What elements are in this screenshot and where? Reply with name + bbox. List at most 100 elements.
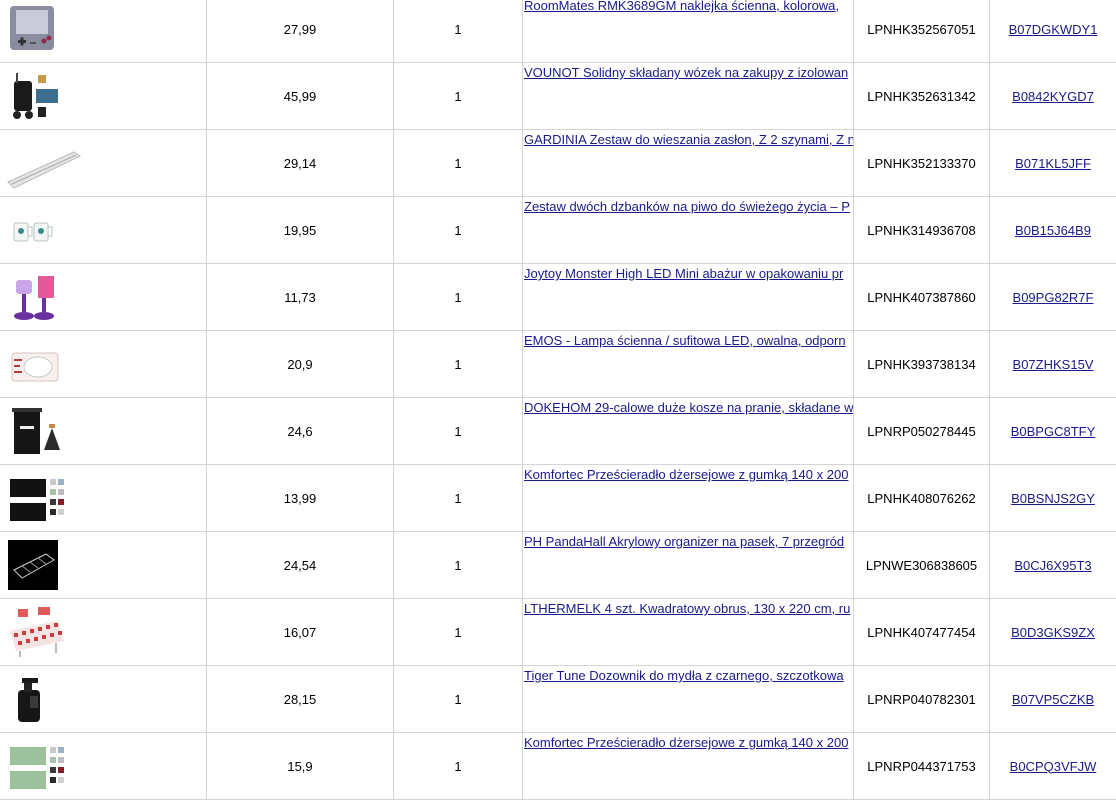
product-name-cell: Zestaw dwóch dzbanków na piwo do świeżeg…	[523, 197, 854, 263]
product-name-cell: Tiger Tune Dozownik do mydła z czarnego,…	[523, 666, 854, 732]
product-name-link[interactable]: Komfortec Prześcieradło dżersejowe z gum…	[524, 467, 848, 482]
table-row: 11,73 1 Joytoy Monster High LED Mini aba…	[0, 264, 1116, 331]
asin-cell: B0D3GKS9ZX	[990, 599, 1116, 665]
lpn-cell: LPNRP044371753	[854, 733, 990, 799]
quantity-cell: 1	[394, 532, 523, 598]
product-name-cell: Komfortec Prześcieradło dżersejowe z gum…	[523, 733, 854, 799]
table-row: 28,15 1 Tiger Tune Dozownik do mydła z c…	[0, 666, 1116, 733]
product-name-link[interactable]: LTHERMELK 4 szt. Kwadratowy obrus, 130 x…	[524, 601, 850, 616]
product-name-cell: Joytoy Monster High LED Mini abażur w op…	[523, 264, 854, 330]
quantity-cell: 1	[394, 264, 523, 330]
asin-link[interactable]: B09PG82R7F	[1013, 290, 1094, 305]
acrylic-organizer-thumbnail	[8, 540, 58, 590]
product-name-link[interactable]: PH PandaHall Akrylowy organizer na pasek…	[524, 534, 844, 549]
asin-link[interactable]: B0BPGC8TFY	[1011, 424, 1096, 439]
laundry-basket-thumbnail	[12, 408, 60, 454]
asin-link[interactable]: B07ZHKS15V	[1013, 357, 1094, 372]
product-name-cell: LTHERMELK 4 szt. Kwadratowy obrus, 130 x…	[523, 599, 854, 665]
beer-mugs-thumbnail	[13, 222, 53, 242]
asin-link[interactable]: B0CPQ3VFJW	[1010, 759, 1097, 774]
image-cell	[0, 197, 207, 263]
quantity-cell: 1	[394, 666, 523, 732]
product-name-link[interactable]: EMOS - Lampa ścienna / sufitowa LED, owa…	[524, 333, 846, 348]
price-cell: 15,9	[207, 733, 394, 799]
asin-cell: B0B15J64B9	[990, 197, 1116, 263]
table-row: 20,9 1 EMOS - Lampa ścienna / sufitowa L…	[0, 331, 1116, 398]
product-name-cell: DOKEHOM 29-calowe duże kosze na pranie, …	[523, 398, 854, 464]
quantity-cell: 1	[394, 0, 523, 62]
product-name-link[interactable]: DOKEHOM 29-calowe duże kosze na pranie, …	[524, 400, 853, 415]
price-cell: 11,73	[207, 264, 394, 330]
product-name-link[interactable]: Komfortec Prześcieradło dżersejowe z gum…	[524, 735, 848, 750]
quantity-cell: 1	[394, 599, 523, 665]
product-name-link[interactable]: RoomMates RMK3689GM naklejka ścienna, ko…	[524, 0, 839, 13]
table-row: 24,54 1 PH PandaHall Akrylowy organizer …	[0, 532, 1116, 599]
lpn-cell: LPNRP040782301	[854, 666, 990, 732]
table-row: 13,99 1 Komfortec Prześcieradło dżersejo…	[0, 465, 1116, 532]
table-row: 45,99 1 VOUNOT Solidny składany wózek na…	[0, 63, 1116, 130]
image-cell	[0, 264, 207, 330]
asin-cell: B0CJ6X95T3	[990, 532, 1116, 598]
image-cell	[0, 63, 207, 129]
asin-link[interactable]: B0842KYGD7	[1012, 89, 1094, 104]
lpn-cell: LPNHK352631342	[854, 63, 990, 129]
image-cell	[0, 331, 207, 397]
bedsheet-green-thumbnail	[10, 747, 64, 789]
image-cell	[0, 532, 207, 598]
product-name-link[interactable]: Joytoy Monster High LED Mini abażur w op…	[524, 266, 843, 281]
price-cell: 19,95	[207, 197, 394, 263]
curtain-rail-thumbnail	[7, 151, 82, 189]
asin-cell: B09PG82R7F	[990, 264, 1116, 330]
product-name-link[interactable]: GARDINIA Zestaw do wieszania zasłon, Z 2…	[524, 132, 853, 147]
price-cell: 24,6	[207, 398, 394, 464]
soap-dispenser-thumbnail	[18, 678, 40, 722]
asin-link[interactable]: B071KL5JFF	[1015, 156, 1091, 171]
game-console-sticker-thumbnail	[10, 6, 54, 50]
product-name-link[interactable]: Zestaw dwóch dzbanków na piwo do świeżeg…	[524, 199, 850, 214]
product-name-cell: GARDINIA Zestaw do wieszania zasłon, Z 2…	[523, 130, 854, 196]
price-cell: 27,99	[207, 0, 394, 62]
lpn-cell: LPNHK393738134	[854, 331, 990, 397]
table-row: 16,07 1 LTHERMELK 4 szt. Kwadratowy obru…	[0, 599, 1116, 666]
table-row: 27,99 1 RoomMates RMK3689GM naklejka ści…	[0, 0, 1116, 63]
price-cell: 28,15	[207, 666, 394, 732]
quantity-cell: 1	[394, 197, 523, 263]
quantity-cell: 1	[394, 63, 523, 129]
asin-link[interactable]: B0BSNJS2GY	[1011, 491, 1095, 506]
image-cell	[0, 666, 207, 732]
quantity-cell: 1	[394, 733, 523, 799]
asin-cell: B07VP5CZKB	[990, 666, 1116, 732]
product-name-cell: RoomMates RMK3689GM naklejka ścienna, ko…	[523, 0, 854, 62]
lpn-cell: LPNWE306838605	[854, 532, 990, 598]
product-name-cell: EMOS - Lampa ścienna / sufitowa LED, owa…	[523, 331, 854, 397]
asin-link[interactable]: B0B15J64B9	[1015, 223, 1091, 238]
product-name-cell: VOUNOT Solidny składany wózek na zakupy …	[523, 63, 854, 129]
asin-cell: B0BSNJS2GY	[990, 465, 1116, 531]
tablecloth-thumbnail	[10, 607, 64, 657]
product-name-link[interactable]: Tiger Tune Dozownik do mydła z czarnego,…	[524, 668, 844, 683]
product-name-cell: Komfortec Prześcieradło dżersejowe z gum…	[523, 465, 854, 531]
lpn-cell: LPNHK408076262	[854, 465, 990, 531]
shopping-trolley-thumbnail	[13, 73, 58, 119]
asin-link[interactable]: B07DGKWDY1	[1009, 22, 1098, 37]
asin-link[interactable]: B0CJ6X95T3	[1014, 558, 1091, 573]
price-cell: 20,9	[207, 331, 394, 397]
price-cell: 45,99	[207, 63, 394, 129]
price-cell: 29,14	[207, 130, 394, 196]
table-row: 24,6 1 DOKEHOM 29-calowe duże kosze na p…	[0, 398, 1116, 465]
asin-link[interactable]: B0D3GKS9ZX	[1011, 625, 1095, 640]
quantity-cell: 1	[394, 130, 523, 196]
table-row: 15,9 1 Komfortec Prześcieradło dżersejow…	[0, 733, 1116, 800]
product-name-link[interactable]: VOUNOT Solidny składany wózek na zakupy …	[524, 65, 848, 80]
lpn-cell: LPNHK352567051	[854, 0, 990, 62]
asin-link[interactable]: B07VP5CZKB	[1012, 692, 1094, 707]
lpn-cell: LPNHK407387860	[854, 264, 990, 330]
asin-cell: B07DGKWDY1	[990, 0, 1116, 62]
mini-lamp-thumbnail	[14, 276, 54, 320]
image-cell	[0, 398, 207, 464]
quantity-cell: 1	[394, 398, 523, 464]
image-cell	[0, 733, 207, 799]
lpn-cell: LPNHK407477454	[854, 599, 990, 665]
image-cell	[0, 0, 207, 62]
image-cell	[0, 130, 207, 196]
